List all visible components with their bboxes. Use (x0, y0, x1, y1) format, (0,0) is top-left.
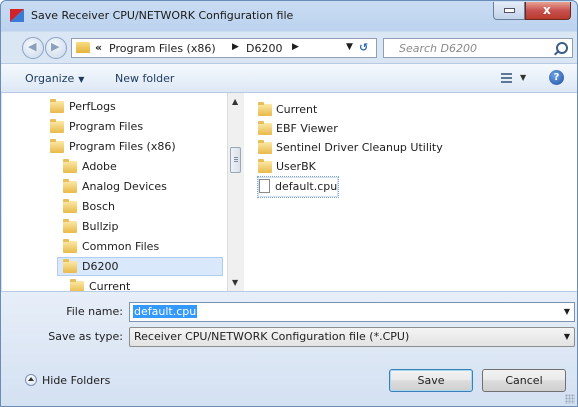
back-arrow-icon: ◀ (28, 40, 37, 53)
save-as-type-label: Save as type: (48, 330, 123, 343)
close-button[interactable]: x (525, 2, 571, 20)
search-icon[interactable] (556, 42, 568, 54)
chevron-up-icon (25, 374, 37, 386)
tree-item-label: Program Files (69, 120, 144, 133)
window-title: Save Receiver CPU/NETWORK Configuration … (31, 9, 294, 22)
folder-icon (76, 42, 90, 53)
title-bar: Save Receiver CPU/NETWORK Configuration … (1, 1, 577, 31)
app-icon (10, 9, 24, 22)
breadcrumb-d6200[interactable]: D6200 (246, 42, 282, 55)
tree-item-label: Bosch (82, 200, 116, 213)
search-placeholder: Search D6200 (399, 42, 477, 55)
list-item-label: Current (276, 103, 318, 116)
folder-icon (63, 219, 77, 233)
organize-menu[interactable]: Organize ▼ (25, 72, 84, 85)
tree-item-program-files-x86[interactable]: Program Files (x86) (50, 138, 220, 157)
save-options-panel: File name: default.cpu ▼ Save as type: R… (1, 291, 577, 406)
tree-item-label: Current (89, 280, 131, 291)
tree-item-label: Program Files (x86) (69, 140, 176, 153)
help-icon[interactable]: ? (549, 70, 564, 85)
save-button[interactable]: Save (389, 369, 473, 392)
tree-item-label: D6200 (82, 260, 119, 273)
tree-item-program-files[interactable]: Program Files (50, 118, 220, 137)
breadcrumb-program-files-x86[interactable]: Program Files (x86) (109, 42, 216, 55)
navigation-pane: PerfLogs Program Files Program Files (x8… (2, 93, 229, 291)
breadcrumb-separator-icon[interactable]: ▶ (232, 42, 239, 52)
navigation-pane-scrollbar[interactable]: ▲ ▼ (227, 93, 244, 291)
tree-item-label: Analog Devices (82, 180, 167, 193)
folder-icon (70, 279, 84, 291)
breadcrumb-separator-icon[interactable]: ▶ (292, 42, 299, 52)
folder-icon (63, 259, 77, 273)
tree-item-perflogs[interactable]: PerfLogs (50, 98, 220, 117)
folder-icon (258, 102, 272, 116)
tree-item-bullzip[interactable]: Bullzip (63, 218, 220, 237)
view-options-dropdown-icon[interactable]: ▼ (520, 73, 526, 82)
grip-icon (234, 157, 238, 163)
back-button[interactable]: ◀ (22, 37, 44, 59)
scrollbar-thumb[interactable] (230, 147, 241, 173)
folder-icon (50, 119, 64, 133)
folder-icon (258, 159, 272, 173)
tree-item-label: Adobe (82, 160, 117, 173)
hide-folders-label: Hide Folders (42, 374, 111, 387)
tree-item-label: Common Files (82, 240, 160, 253)
tree-item-current[interactable]: Current (70, 278, 220, 291)
refresh-icon[interactable]: ↺ (359, 41, 368, 54)
forward-arrow-icon: ▶ (51, 40, 60, 53)
folder-icon (50, 99, 64, 113)
list-item[interactable]: default.cpu (257, 176, 339, 198)
file-name-input[interactable]: default.cpu ▼ (129, 302, 575, 322)
chevron-down-icon: ▼ (563, 332, 570, 341)
save-dialog: Save Receiver CPU/NETWORK Configuration … (0, 0, 578, 407)
address-bar[interactable]: « Program Files (x86) ▶ D6200 ▶ ▼ ↺ (71, 38, 377, 58)
scroll-up-icon[interactable]: ▲ (232, 97, 238, 106)
folder-icon (258, 121, 272, 135)
minimize-button[interactable] (493, 2, 525, 20)
tree-item-bosch[interactable]: Bosch (63, 198, 220, 217)
save-as-type-value: Receiver CPU/NETWORK Configuration file … (134, 330, 410, 343)
folder-icon (63, 199, 77, 213)
tree-item-label: PerfLogs (69, 100, 116, 113)
organize-label: Organize (25, 72, 75, 85)
tree-item-label: Bullzip (82, 220, 119, 233)
tree-item-adobe[interactable]: Adobe (63, 158, 220, 177)
cancel-button[interactable]: Cancel (482, 369, 566, 392)
folder-icon (258, 140, 272, 154)
close-icon: x (543, 3, 551, 17)
command-toolbar: Organize ▼ New folder ▼ ? (1, 63, 577, 93)
forward-button[interactable]: ▶ (45, 37, 67, 59)
folder-icon (63, 179, 77, 193)
chevron-down-icon[interactable]: ▼ (564, 307, 570, 316)
resize-grip[interactable] (565, 394, 575, 404)
search-input[interactable]: Search D6200 (383, 38, 573, 58)
scroll-down-icon[interactable]: ▼ (232, 278, 238, 287)
tree-item-common-files[interactable]: Common Files (63, 238, 220, 257)
navigation-bar: ◀ ▶ « Program Files (x86) ▶ D6200 ▶ ▼ ↺ … (1, 31, 577, 61)
tree-item-d6200[interactable]: D6200 (57, 257, 223, 276)
folder-icon (63, 159, 77, 173)
list-item-label: EBF Viewer (276, 122, 338, 135)
breadcrumb-overflow[interactable]: « (95, 41, 102, 54)
view-options-icon[interactable] (501, 73, 512, 84)
tree-item-analog-devices[interactable]: Analog Devices (63, 178, 220, 197)
new-folder-button[interactable]: New folder (115, 72, 174, 85)
list-item-label: Sentinel Driver Cleanup Utility (276, 141, 443, 154)
folder-icon (50, 139, 64, 153)
address-dropdown-icon[interactable]: ▼ (346, 42, 353, 52)
file-name-value: default.cpu (133, 305, 198, 318)
chevron-down-icon: ▼ (78, 75, 85, 84)
list-item-label: UserBK (276, 160, 316, 173)
folder-icon (63, 239, 77, 253)
file-list: Current EBF Viewer Sentinel Driver Clean… (244, 93, 577, 291)
document-icon (259, 179, 270, 193)
save-as-type-select[interactable]: Receiver CPU/NETWORK Configuration file … (129, 327, 575, 347)
file-name-label: File name: (66, 305, 123, 318)
minimize-icon (504, 8, 515, 13)
list-item-label: default.cpu (275, 180, 338, 193)
